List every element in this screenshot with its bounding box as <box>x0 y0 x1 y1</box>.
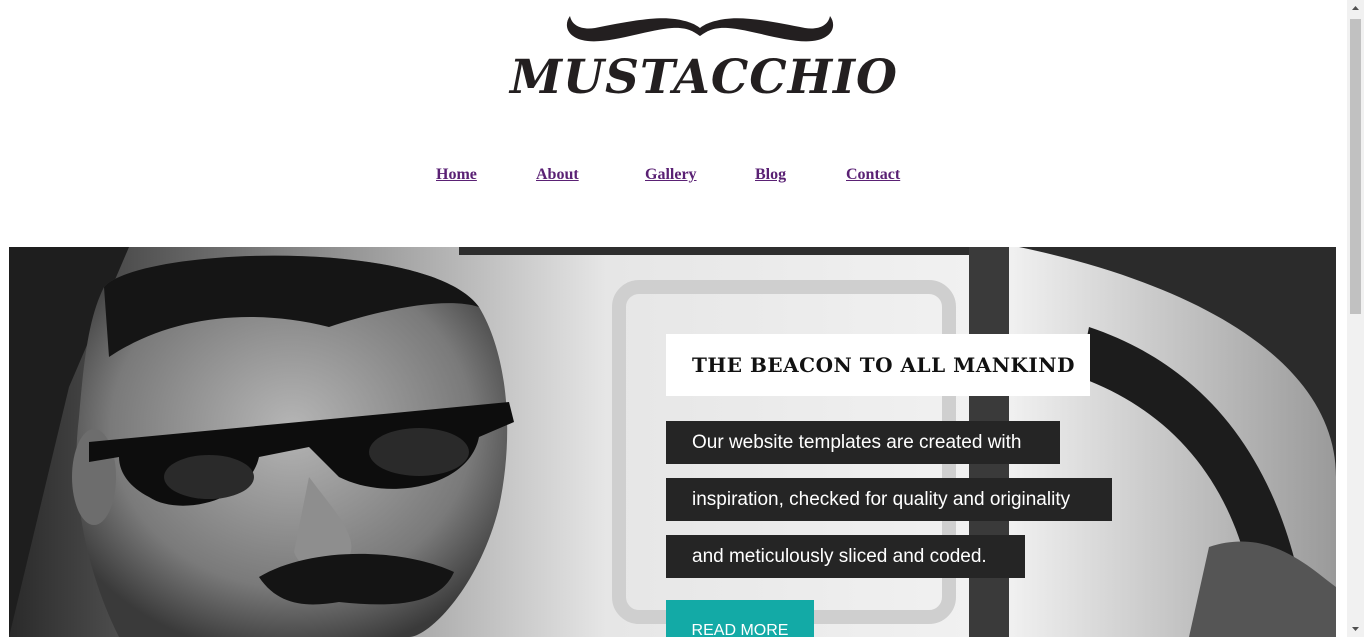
nav-link-contact[interactable]: Contact <box>846 166 900 184</box>
mustache-icon <box>566 16 834 42</box>
scrollbar-thumb[interactable] <box>1350 19 1361 314</box>
hero-text-line-1: Our website templates are created with <box>666 421 1060 464</box>
site-logo[interactable]: MUSTACCHIO <box>505 8 897 108</box>
read-more-button[interactable]: READ MORE <box>666 600 814 637</box>
scroll-up-arrow-icon[interactable] <box>1347 0 1364 17</box>
scroll-down-arrow-icon[interactable] <box>1347 620 1364 637</box>
hero-text-line-3: and meticulously sliced and coded. <box>666 535 1025 578</box>
hero-text-line-2: inspiration, checked for quality and ori… <box>666 478 1112 521</box>
nav-link-blog[interactable]: Blog <box>755 166 786 184</box>
hero-title: THE BEACON TO ALL MANKIND <box>692 353 1075 377</box>
nav-link-about[interactable]: About <box>536 166 579 184</box>
nav-link-home[interactable]: Home <box>436 166 477 184</box>
hero-section: THE BEACON TO ALL MANKIND Our website te… <box>9 247 1336 637</box>
logo-text: MUSTACCHIO <box>510 50 898 105</box>
nav-link-gallery[interactable]: Gallery <box>645 166 697 184</box>
hero-title-box: THE BEACON TO ALL MANKIND <box>666 334 1090 396</box>
vertical-scrollbar[interactable] <box>1347 0 1364 637</box>
